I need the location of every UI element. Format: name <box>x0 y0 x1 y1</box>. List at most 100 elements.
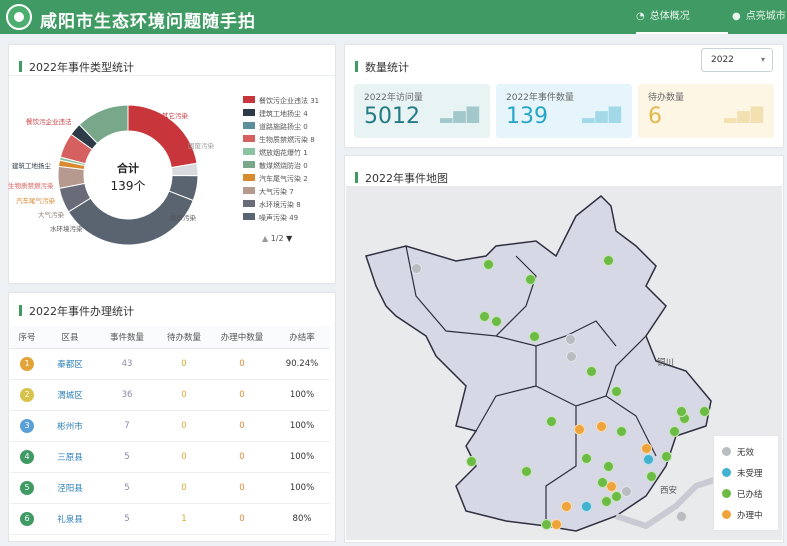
event-marker[interactable] <box>611 386 622 397</box>
legend-item[interactable]: 汽车尾气污染 2 <box>243 174 308 186</box>
donut-center-value: 139个 <box>110 179 146 193</box>
map-place-label: 西安 <box>660 486 678 496</box>
legend-item[interactable]: 水环境污染 8 <box>243 200 301 212</box>
event-marker[interactable] <box>521 466 532 477</box>
event-marker[interactable] <box>643 454 654 465</box>
legend-pager: ▲ 1/2 ▼ <box>262 234 293 243</box>
event-marker[interactable] <box>603 255 614 266</box>
table-row[interactable]: 1 秦都区 43 0 0 90.24% <box>10 348 330 380</box>
prev-page-icon[interactable]: ▲ <box>262 234 268 243</box>
event-marker[interactable] <box>661 451 672 462</box>
bronze-medal-icon: 3 <box>20 418 34 433</box>
district-link[interactable]: 彬州市 <box>44 410 96 442</box>
legend-item[interactable]: 大气污染 7 <box>243 187 294 199</box>
event-marker[interactable] <box>616 426 627 437</box>
event-marker[interactable] <box>466 456 477 467</box>
legend-completed[interactable]: 已办结 <box>722 488 763 500</box>
bar-chart-icon: ▂▅▇ <box>724 104 764 123</box>
table-row[interactable]: 4 三原县 5 0 0 100% <box>10 441 330 473</box>
pie-label: 噪声污染 <box>170 214 196 222</box>
legend-item[interactable]: 建筑工地扬尘 4 <box>243 109 308 121</box>
legend-unaccepted[interactable]: 未受理 <box>722 467 763 479</box>
event-marker[interactable] <box>561 501 572 512</box>
event-marker[interactable] <box>565 334 576 345</box>
legend-item[interactable]: 道路施路扬尘 0 <box>243 122 308 134</box>
map-legend: 无效 未受理 已办结 办理中 <box>713 435 779 531</box>
district-link[interactable]: 泾阳县 <box>44 472 96 504</box>
panel-title: 数量统计 <box>355 59 409 75</box>
event-marker[interactable] <box>566 351 577 362</box>
pie-label: 大气污染 <box>38 211 64 219</box>
event-marker[interactable] <box>483 259 494 270</box>
event-marker[interactable] <box>597 477 608 488</box>
handling-table: 序号 区县 事件数量 待办数量 办理中数量 办结率 1 秦都区 43 0 0 9… <box>10 326 330 535</box>
nav-light-city[interactable]: ● 点亮城市 <box>732 0 787 34</box>
donut-center-label: 合计 <box>117 162 139 175</box>
event-marker[interactable] <box>586 366 597 377</box>
district-link[interactable]: 秦都区 <box>44 348 96 380</box>
legend-item[interactable]: 噪声污染 49 <box>243 213 298 225</box>
panel-title: 2022年事件办理统计 <box>19 303 134 319</box>
legend-invalid[interactable]: 无效 <box>722 446 754 458</box>
event-marker[interactable] <box>621 486 632 497</box>
table-row[interactable]: 6 礼泉县 5 1 0 80% <box>10 503 330 535</box>
app-title: 咸阳市生态环境问题随手拍 <box>40 12 256 32</box>
event-marker[interactable] <box>551 519 562 530</box>
pie-label: 水环境污染 <box>50 225 83 233</box>
event-marker[interactable] <box>411 263 422 274</box>
stat-card-visits: 2022年访问量 5012 ▂▅▇ <box>354 84 490 138</box>
pie-label: 汽车尾气污染 <box>16 197 55 205</box>
event-marker[interactable] <box>596 421 607 432</box>
legend-item[interactable]: 燃放烟花爆竹 1 <box>243 148 308 160</box>
district-link[interactable]: 礼泉县 <box>44 503 96 535</box>
table-row[interactable]: 5 泾阳县 5 0 0 100% <box>10 472 330 504</box>
event-marker[interactable] <box>529 331 540 342</box>
pie-label: 餐饮污企业违法 <box>26 118 72 126</box>
gold-medal-icon: 1 <box>20 356 34 371</box>
rank-badge: 6 <box>20 511 34 526</box>
panel-title: 2022年事件类型统计 <box>19 59 134 75</box>
year-select[interactable]: 2022 ▾ <box>701 48 773 72</box>
table-row[interactable]: 2 渭城区 36 0 0 100% <box>10 379 330 411</box>
legend-processing[interactable]: 办理中 <box>722 509 763 521</box>
event-marker[interactable] <box>603 461 614 472</box>
emblem-logo <box>6 4 32 30</box>
event-marker[interactable] <box>699 406 710 417</box>
legend-item[interactable]: 餐饮污企业违法 31 <box>243 96 319 108</box>
dashboard-icon: ◔ <box>636 11 645 22</box>
rank-badge: 5 <box>20 480 34 495</box>
table-row[interactable]: 3 彬州市 7 0 0 100% <box>10 410 330 442</box>
pie-label: 其它污染 <box>162 112 188 120</box>
event-marker[interactable] <box>641 443 652 454</box>
pie-label: 生物质禁燃污染 <box>8 182 54 190</box>
event-marker[interactable] <box>479 311 490 322</box>
chevron-down-icon: ▾ <box>760 55 765 64</box>
bar-chart-icon: ▂▅▇ <box>440 104 480 123</box>
event-marker[interactable] <box>525 274 536 285</box>
district-link[interactable]: 三原县 <box>44 441 96 473</box>
pie-label: 固废污染 <box>188 142 214 150</box>
panel-title: 2022年事件地图 <box>355 170 448 186</box>
nav-overview[interactable]: ◔ 总体概况 <box>636 0 728 34</box>
divider <box>9 75 335 76</box>
event-marker[interactable] <box>581 501 592 512</box>
event-marker[interactable] <box>676 406 687 417</box>
event-marker[interactable] <box>676 511 687 522</box>
event-marker[interactable] <box>546 416 557 427</box>
pie-label: 建筑工地扬尘 <box>12 162 51 170</box>
legend-item[interactable]: 生物质禁燃污染 8 <box>243 135 315 147</box>
event-marker[interactable] <box>491 316 502 327</box>
stat-card-pending: 待办数量 6 ▂▅▇ <box>638 84 774 138</box>
table-header: 序号 区县 事件数量 待办数量 办理中数量 办结率 <box>10 326 330 349</box>
stat-card-events: 2022年事件数量 139 ▂▅▇ <box>496 84 632 138</box>
district-link[interactable]: 渭城区 <box>44 379 96 411</box>
event-marker[interactable] <box>581 453 592 464</box>
event-marker[interactable] <box>669 426 680 437</box>
legend-item[interactable]: 散煤燃烧防治 0 <box>243 161 308 173</box>
next-page-icon[interactable]: ▼ <box>286 234 292 243</box>
event-marker[interactable] <box>646 471 657 482</box>
location-pin-icon: ● <box>732 11 741 22</box>
map-place-label: 铜川 <box>657 358 675 368</box>
bar-chart-icon: ▂▅▇ <box>582 104 622 123</box>
event-marker[interactable] <box>574 424 585 435</box>
